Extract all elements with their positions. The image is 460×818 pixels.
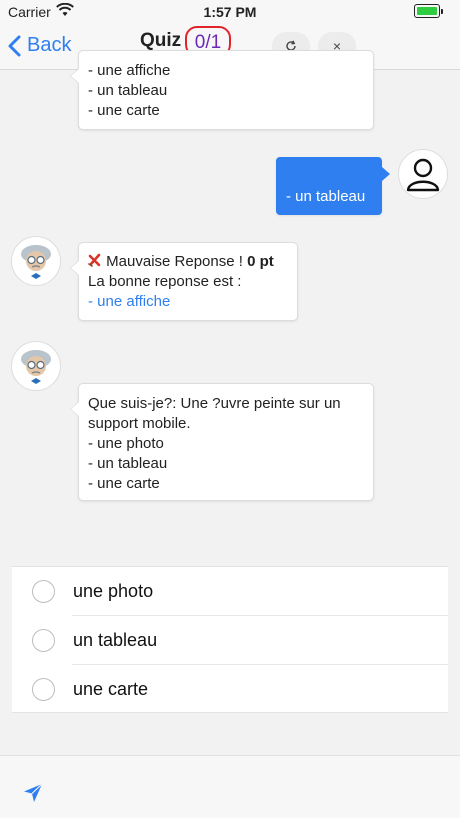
feedback-points: 0 pt [247,253,274,270]
radio-button[interactable] [32,629,55,652]
professor-icon [21,245,51,279]
bot-avatar [11,341,61,391]
message-line: - un tableau [88,455,168,472]
feedback-message: Mauvaise Reponse ! 0 pt La bonne reponse… [78,242,298,321]
option-label: une carte [73,679,149,699]
option-label: un tableau [73,630,158,650]
option-label: une photo [73,581,154,601]
back-label: Back [27,34,72,56]
correct-answer-text: - une affiche [88,293,171,310]
chevron-left-icon [8,35,21,56]
back-button[interactable]: Back [8,34,71,57]
correct-answer-intro: La bonne reponse est : [88,273,242,290]
professor-icon [21,350,51,384]
answer-options: une photo un tableau une carte [12,566,448,713]
radio-button[interactable] [32,580,55,603]
send-icon [24,783,43,802]
battery-icon [414,4,443,18]
user-icon [406,158,440,192]
user-message: - un tableau [276,157,390,215]
message-line: - une affiche [88,62,171,79]
bot-avatar [11,236,61,286]
bot-message-question: Que suis-je?: Une ?uvre peinte sur un su… [78,383,374,501]
question-text: support mobile. [88,415,191,432]
option-row[interactable]: une photo [12,567,448,616]
page-title: Quiz [140,30,182,51]
question-text: Que suis-je?: Une ?uvre peinte sur un [88,395,341,412]
option-row[interactable]: une carte [12,665,448,714]
feedback-result: Mauvaise Reponse ! [106,253,248,270]
message-line: - une carte [88,475,160,492]
message-line: - une photo [88,435,164,452]
message-line: - une carte [88,102,160,119]
user-answer-text: - un tableau [286,188,366,205]
send-button[interactable] [22,782,44,809]
input-toolbar [0,755,460,818]
status-bar: Carrier 1:57 PM [0,0,460,24]
user-avatar [398,149,448,199]
option-row[interactable]: un tableau [12,616,448,665]
cross-mark-icon [88,253,106,270]
message-line: - un tableau [88,82,168,99]
bot-message-previous: - une affiche - un tableau - une carte [78,50,374,130]
radio-button[interactable] [32,678,55,701]
status-time: 1:57 PM [203,4,257,20]
